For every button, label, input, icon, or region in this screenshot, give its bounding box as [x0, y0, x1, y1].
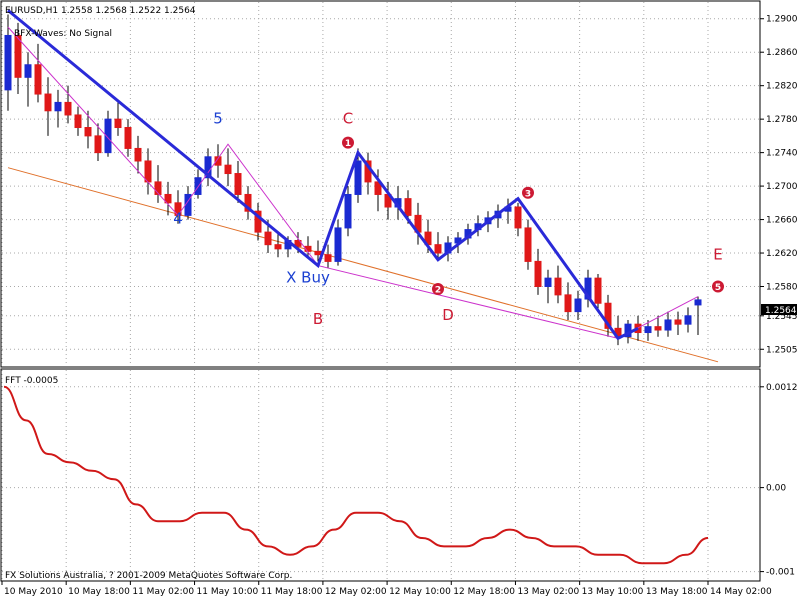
time-tick-label: 10 May 2010	[4, 587, 63, 597]
wave-label: C	[343, 109, 353, 127]
price-tick-label: 1.2860	[766, 48, 798, 58]
svg-text:2: 2	[435, 286, 441, 296]
price-tick-label: 1.2900	[766, 15, 798, 25]
wave-label: E	[713, 246, 722, 264]
symbol-line: EURUSD,H1 1.2558 1.2568 1.2522 1.2564	[5, 6, 196, 16]
time-tick-label: 13 May 18:00	[646, 587, 708, 597]
copyright-text: FX Solutions Australia, ? 2001-2009 Meta…	[5, 571, 292, 581]
current-price-text: 1.2564	[765, 306, 797, 316]
time-tick-label: 10 May 18:00	[68, 587, 130, 597]
wave-label: X Buy	[286, 268, 330, 286]
time-tick-label: 14 May 02:00	[710, 587, 772, 597]
time-tick-label: 11 May 18:00	[261, 587, 323, 597]
price-tick-label: 1.2620	[766, 249, 798, 259]
indicator-line: BFX-Waves: No Signal	[14, 29, 112, 39]
wave-label: D	[442, 306, 454, 324]
price-tick-label: 1.2700	[766, 182, 798, 192]
time-tick-label: 13 May 02:00	[517, 587, 579, 597]
wave-label: B	[313, 310, 323, 328]
fft-tick-label: 0.00	[766, 484, 786, 494]
svg-text:1: 1	[345, 139, 351, 149]
price-tick-label: 1.2780	[766, 115, 798, 125]
time-tick-label: 11 May 02:00	[132, 587, 194, 597]
time-tick-label: 12 May 02:00	[325, 587, 387, 597]
chart: 4 5 X Buy B C D E 1 3 2 5 1.2900 1.2860 1.2820 1.278…	[0, 0, 800, 600]
price-tick-label: 1.2580	[766, 283, 798, 293]
price-tick-label: 1.2820	[766, 82, 798, 92]
svg-text:3: 3	[525, 189, 531, 199]
wave-label: 4	[173, 210, 183, 228]
time-tick-label: 11 May 10:00	[197, 587, 259, 597]
svg-text:5: 5	[715, 283, 721, 293]
time-tick-label: 12 May 18:00	[453, 587, 515, 597]
price-tick-label: 1.2505	[766, 345, 798, 355]
time-tick-label: 12 May 10:00	[389, 587, 451, 597]
time-tick-label: 13 May 10:00	[582, 587, 644, 597]
wave-label: 5	[213, 109, 223, 127]
fft-tick-label: 0.0012	[766, 383, 798, 393]
price-tick-label: 1.2660	[766, 216, 798, 226]
price-tick-label: 1.2740	[766, 149, 798, 159]
fft-tick-label: -0.001	[766, 568, 795, 578]
fft-label: FFT -0.0005	[5, 376, 58, 386]
